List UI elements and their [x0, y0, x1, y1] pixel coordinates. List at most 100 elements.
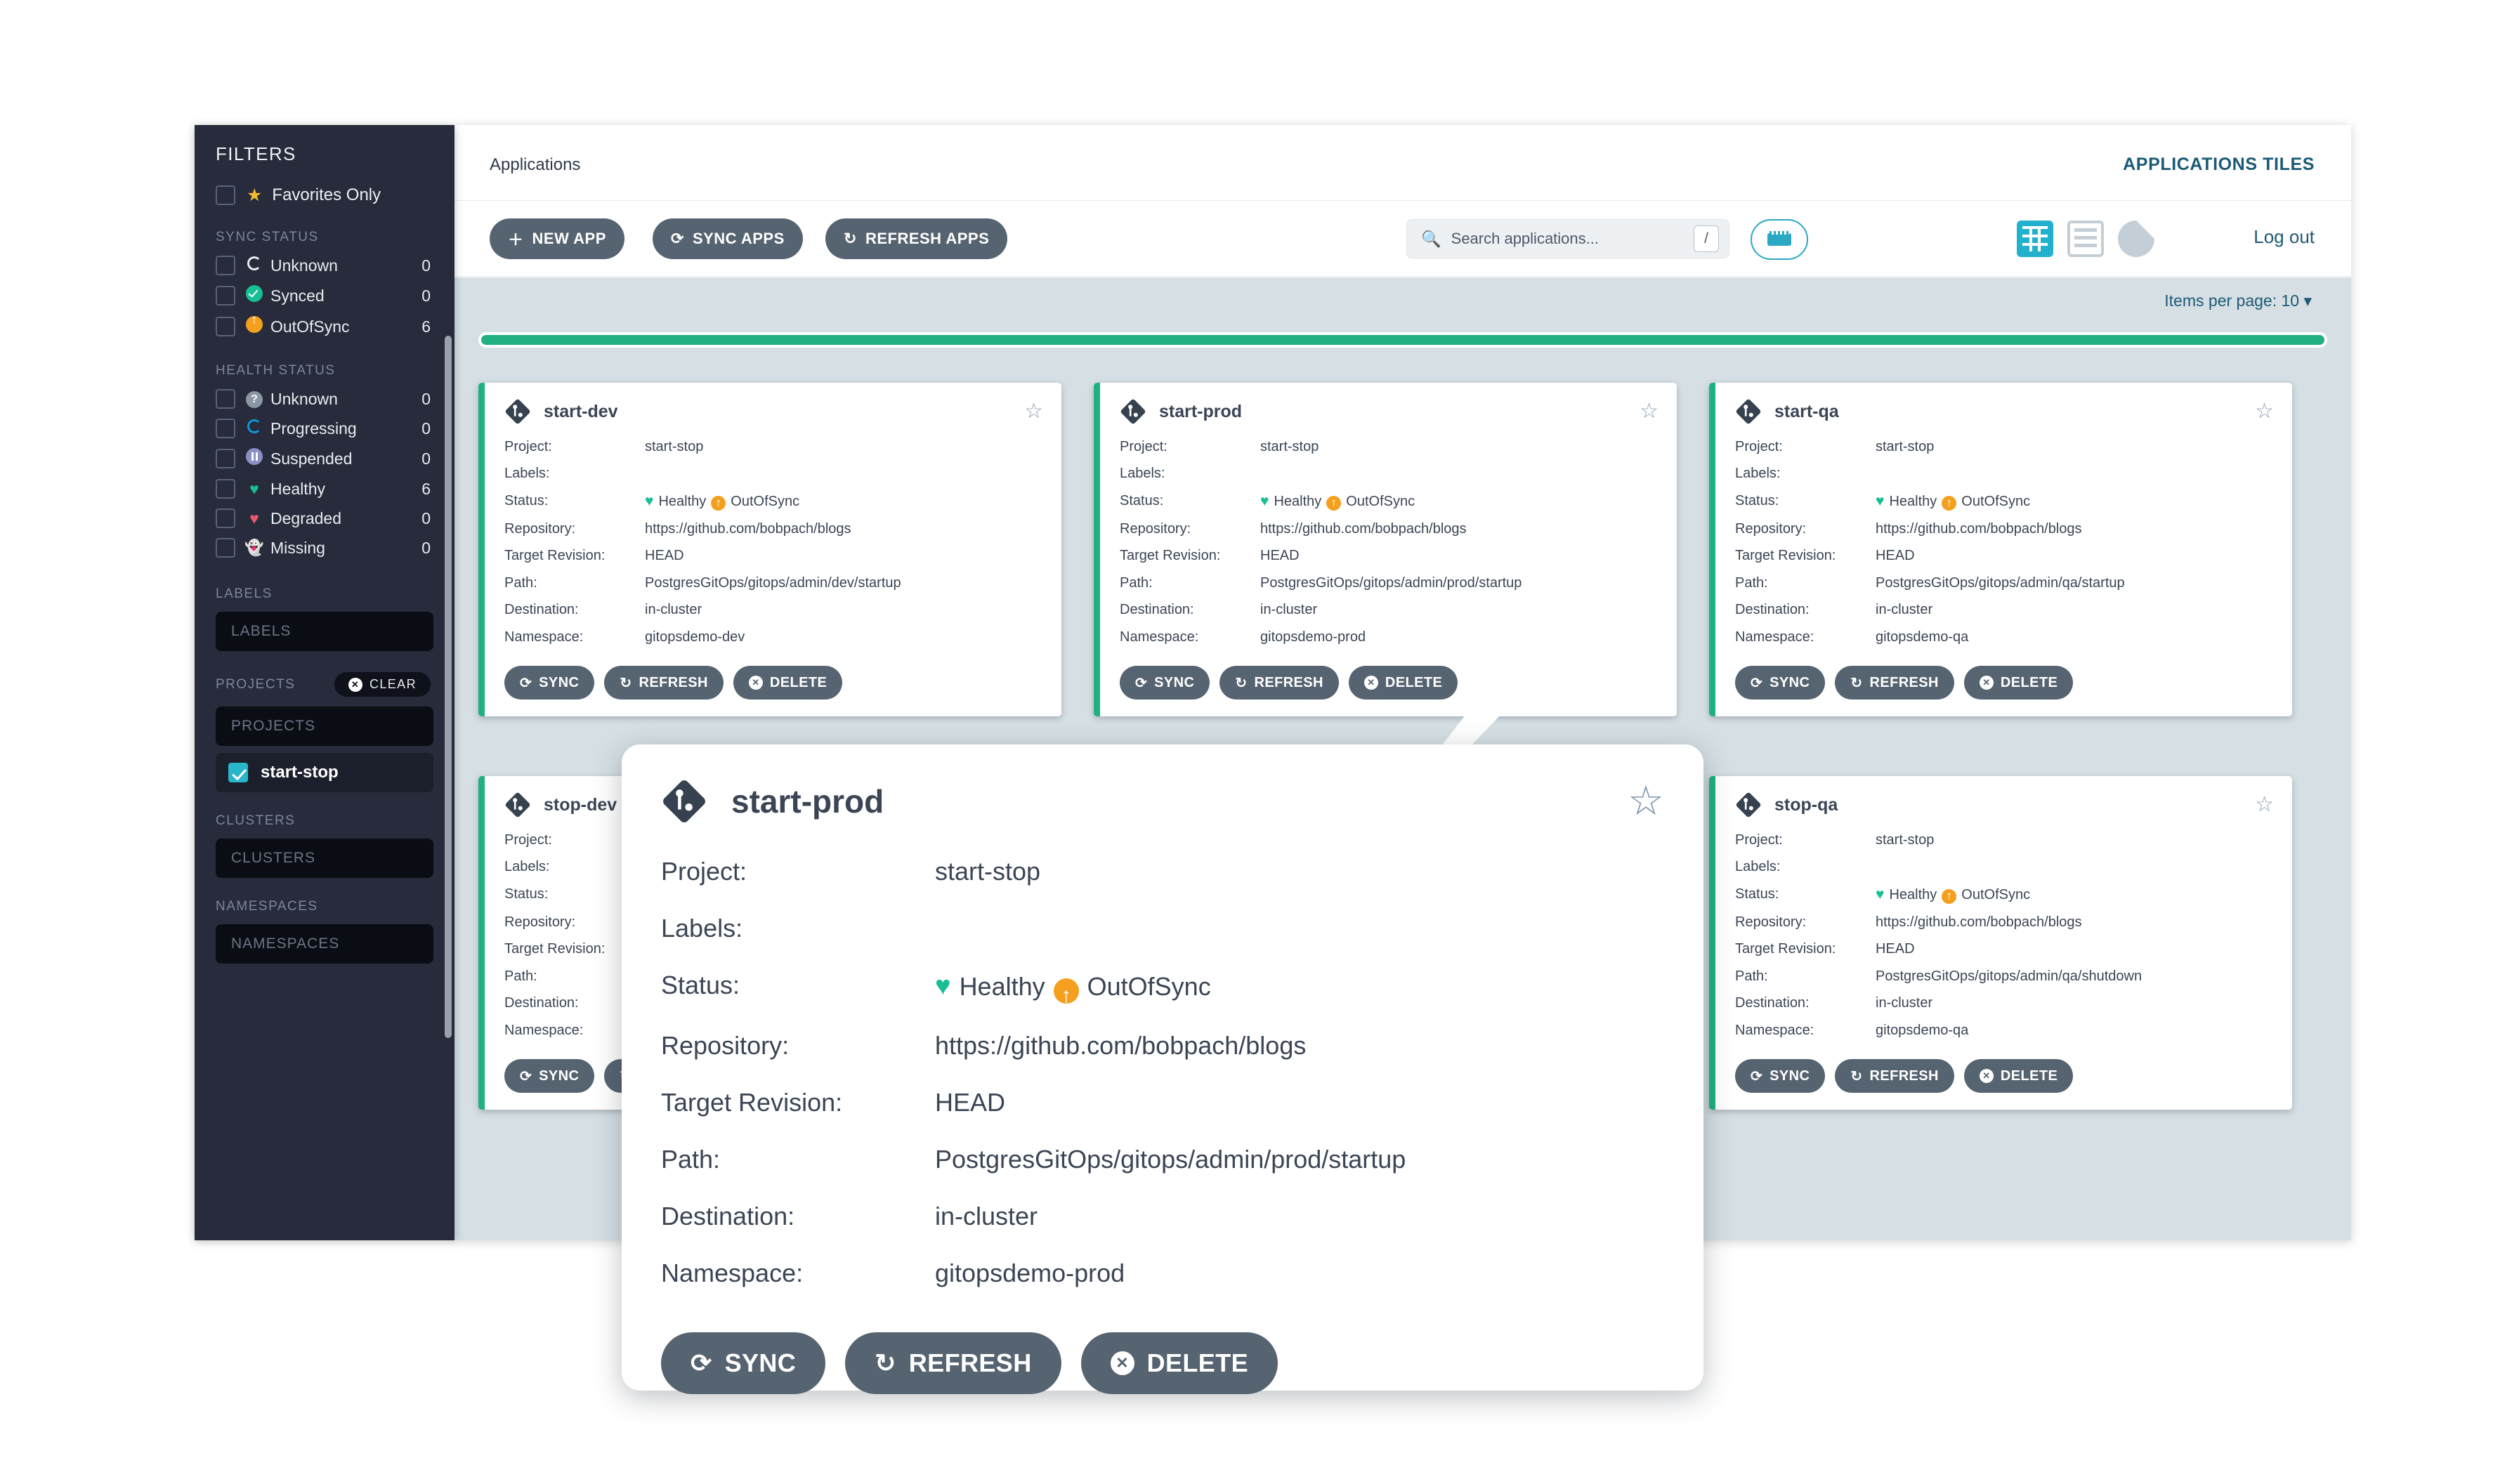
delete-button[interactable]: ✕ DELETE — [733, 666, 843, 700]
filter-health-suspended[interactable]: Suspended 0 — [195, 443, 454, 474]
favorite-star-icon[interactable]: ☆ — [1024, 401, 1043, 422]
search-applications-box[interactable]: 🔍 Search applications... / — [1406, 219, 1729, 258]
projects-input[interactable]: PROJECTS — [216, 707, 433, 746]
refresh-button[interactable]: ↻ REFRESH — [1835, 1059, 1954, 1094]
section-header-health-status[interactable]: HEALTH STATUS — [195, 342, 454, 384]
value-repository[interactable]: https://github.com/bobpach/blogs — [1876, 909, 2274, 935]
delete-button[interactable]: ✕ DELETE — [1080, 1332, 1278, 1394]
app-card-start-prod[interactable]: start-prod ☆ Project: start-stop Labels: … — [1094, 383, 1677, 717]
app-card-actions: ⟳ SYNC ↻ REFRESH ✕ DELETE — [1735, 1059, 2274, 1094]
label-status: Status: — [1120, 492, 1164, 508]
sync-button[interactable]: ⟳ SYNC — [661, 1332, 826, 1394]
sync-button[interactable]: ⟳ SYNC — [1735, 1059, 1826, 1094]
delete-button[interactable]: ✕ DELETE — [1348, 666, 1458, 700]
section-header-clusters[interactable]: CLUSTERS — [195, 792, 454, 834]
filter-health-progressing[interactable]: Progressing 0 — [195, 414, 454, 443]
sync-button[interactable]: ⟳ SYNC — [504, 666, 595, 700]
filter-health-healthy[interactable]: ♥ Healthy 6 — [195, 474, 454, 504]
sync-unknown-checkbox[interactable] — [216, 256, 235, 275]
value-project: start-stop — [645, 439, 704, 454]
filter-health-degraded[interactable]: ♥ Degraded 0 — [195, 504, 454, 533]
value-labels — [1876, 853, 2274, 880]
delete-button[interactable]: ✕ DELETE — [1963, 1059, 2074, 1094]
list-view-icon[interactable] — [2067, 221, 2104, 257]
sync-button[interactable]: ⟳ SYNC — [504, 1059, 595, 1094]
app-card-actions: ⟳ SYNC ↻ REFRESH ✕ DELETE — [1120, 666, 1659, 700]
value-repository[interactable]: https://github.com/bobpach/blogs — [1876, 516, 2274, 542]
refresh-label: REFRESH — [639, 674, 708, 690]
filter-icon — [1767, 231, 1791, 246]
value-project: start-stop — [1260, 439, 1319, 454]
sync-button[interactable]: ⟳ SYNC — [1735, 666, 1826, 700]
filter-sync-synced[interactable]: Synced 0 — [195, 280, 454, 311]
filter-toggle-button[interactable] — [1751, 219, 1808, 260]
favorite-star-icon[interactable]: ☆ — [2255, 794, 2274, 815]
sync-icon: ⟳ — [1751, 1068, 1763, 1084]
clear-projects-button[interactable]: ✕ CLEAR — [334, 672, 431, 697]
view-mode-switcher — [2017, 221, 2154, 257]
health-missing-label: Missing — [270, 538, 325, 557]
label-namespace: Namespace: — [1735, 1022, 1814, 1038]
label-labels: Labels: — [504, 466, 550, 482]
favorite-star-icon[interactable]: ☆ — [1640, 401, 1659, 422]
sync-apps-button[interactable]: ⟳ SYNC APPS — [653, 218, 803, 259]
filter-sync-unknown[interactable]: Unknown 0 — [195, 251, 454, 280]
value-repository[interactable]: https://github.com/bobpach/blogs — [1260, 516, 1659, 542]
refresh-button[interactable]: ↻ REFRESH — [1219, 666, 1339, 700]
favorite-star-icon[interactable]: ☆ — [1628, 781, 1664, 822]
health-degraded-checkbox[interactable] — [216, 508, 235, 528]
health-healthy-checkbox[interactable] — [216, 479, 235, 499]
filter-sync-outofsync[interactable]: OutOfSync 6 — [195, 311, 454, 342]
favorite-star-icon[interactable]: ☆ — [2255, 401, 2274, 422]
label-path: Path: — [504, 574, 537, 591]
health-unknown-checkbox[interactable] — [216, 389, 235, 409]
sync-synced-label: Synced — [270, 286, 325, 305]
app-card-stop-qa[interactable]: stop-qa ☆ Project: start-stop Labels: Sta… — [1709, 776, 2292, 1110]
search-input[interactable]: Search applications... — [1451, 230, 1684, 248]
favorites-only-checkbox[interactable] — [216, 185, 235, 205]
health-missing-checkbox[interactable] — [216, 538, 235, 558]
sync-synced-checkbox[interactable] — [216, 286, 235, 306]
grid-view-icon[interactable] — [2017, 221, 2053, 257]
value-repository[interactable]: https://github.com/bobpach/blogs — [645, 516, 1043, 542]
section-header-labels[interactable]: LABELS — [195, 563, 454, 608]
clusters-input[interactable]: CLUSTERS — [216, 839, 433, 878]
refresh-button[interactable]: ↻ REFRESH — [845, 1332, 1061, 1394]
value-repository[interactable]: https://github.com/bobpach/blogs — [935, 1017, 1664, 1074]
app-card-start-qa[interactable]: start-qa ☆ Project: start-stop Labels: St… — [1709, 383, 2292, 717]
sync-button[interactable]: ⟳ SYNC — [1120, 666, 1210, 700]
close-icon: ✕ — [1979, 1069, 1994, 1084]
sidebar-scrollbar[interactable] — [445, 336, 452, 1038]
filter-health-unknown[interactable]: ? Unknown 0 — [195, 384, 454, 414]
section-header-namespaces[interactable]: NAMESPACES — [195, 878, 454, 920]
section-title-labels: LABELS — [216, 586, 273, 601]
refresh-apps-button[interactable]: ↻ REFRESH APPS — [825, 218, 1008, 259]
namespaces-input[interactable]: NAMESPACES — [216, 924, 433, 964]
delete-button[interactable]: ✕ DELETE — [1963, 666, 2074, 700]
health-suspended-checkbox[interactable] — [216, 449, 235, 468]
health-progressing-checkbox[interactable] — [216, 419, 235, 438]
refresh-button[interactable]: ↻ REFRESH — [1835, 666, 1954, 700]
health-progressing-label: Progressing — [270, 419, 357, 438]
sync-unknown-label: Unknown — [270, 256, 338, 275]
argo-app-icon — [505, 399, 530, 424]
project-filter-start-stop[interactable]: start-stop — [216, 753, 433, 792]
magnified-app-card-start-prod[interactable]: start-prod ☆ Project: start-stop Labels: … — [622, 744, 1703, 1394]
app-card-start-dev[interactable]: start-dev ☆ Project: start-stop Labels: S… — [478, 383, 1061, 717]
pie-chart-icon[interactable] — [2118, 221, 2154, 257]
value-path: PostgresGitOps/gitops/admin/prod/startup — [935, 1144, 1406, 1174]
labels-input[interactable]: LABELS — [216, 612, 433, 651]
new-app-button[interactable]: ＋ NEW APP — [490, 218, 624, 259]
label-labels: Labels: — [1735, 859, 1781, 875]
filter-health-missing[interactable]: 👻 Missing 0 — [195, 533, 454, 563]
sync-outofsync-checkbox[interactable] — [216, 317, 235, 336]
breadcrumb[interactable]: Applications — [490, 155, 580, 175]
project-start-stop-checkbox[interactable] — [228, 763, 248, 782]
value-health: Healthy — [1274, 493, 1322, 509]
refresh-button[interactable]: ↻ REFRESH — [604, 666, 724, 700]
items-per-page-selector[interactable]: Items per page: 10 ▾ — [2164, 291, 2312, 310]
section-header-sync-status[interactable]: SYNC STATUS — [195, 217, 454, 251]
logout-button[interactable]: Log out — [2253, 226, 2315, 248]
value-destination: in-cluster — [935, 1201, 1038, 1230]
filter-favorites-only[interactable]: ★ Favorites Only — [195, 179, 454, 217]
